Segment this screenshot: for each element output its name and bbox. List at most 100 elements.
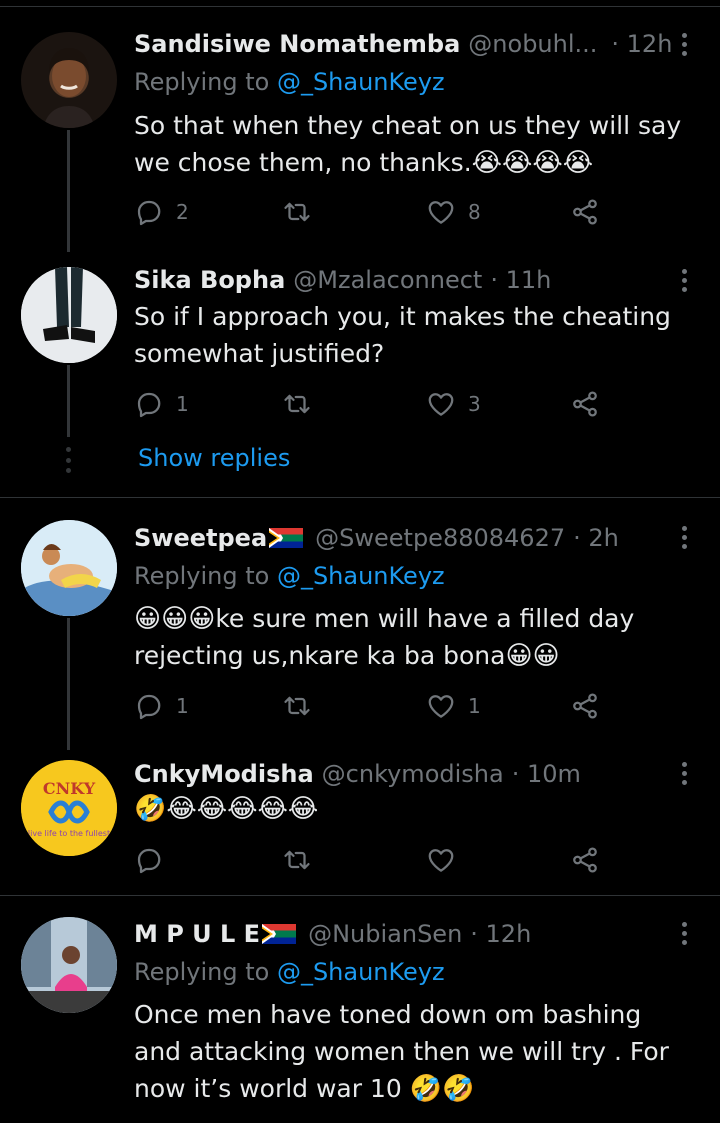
avatar[interactable]: CNKY live life to the fullest bbox=[21, 760, 117, 856]
retweet-button[interactable] bbox=[282, 689, 324, 723]
more-icon[interactable] bbox=[674, 918, 694, 948]
like-icon bbox=[426, 389, 456, 419]
reply-button[interactable]: 2 bbox=[134, 195, 189, 229]
replying-to-label: Replying to bbox=[134, 68, 277, 96]
more-icon[interactable] bbox=[674, 265, 694, 295]
tweet-text: So if I approach you, it makes the cheat… bbox=[134, 298, 696, 372]
display-name[interactable]: CnkyModisha bbox=[134, 760, 314, 788]
share-icon bbox=[570, 389, 600, 419]
timestamp[interactable]: · 10m bbox=[512, 760, 581, 788]
timestamp[interactable]: · 12h bbox=[470, 920, 531, 948]
avatar-photo bbox=[21, 520, 117, 616]
like-button[interactable]: 3 bbox=[426, 387, 481, 421]
handle[interactable]: @NubianSen bbox=[308, 920, 462, 948]
tweet-text-body: So that when they cheat on us they will … bbox=[134, 111, 682, 177]
thread-line bbox=[67, 618, 70, 750]
reply-count: 2 bbox=[176, 200, 189, 224]
tweet-actions bbox=[134, 843, 604, 877]
tweet-text-body: So if I approach you, it makes the cheat… bbox=[134, 302, 671, 368]
timestamp[interactable]: · 12h bbox=[611, 30, 672, 58]
retweet-button[interactable] bbox=[282, 387, 324, 421]
avatar[interactable] bbox=[21, 32, 117, 128]
handle[interactable]: @cnkymodisha bbox=[322, 760, 504, 788]
replying-to: Replying to @_ShaunKeyz bbox=[134, 562, 445, 590]
tweet-header: Sandisiwe Nomathemba @nobuhl... · 12h bbox=[134, 26, 672, 62]
retweet-button[interactable] bbox=[282, 843, 324, 877]
avatar-photo bbox=[43, 48, 95, 128]
mention-link[interactable]: @_ShaunKeyz bbox=[277, 958, 445, 986]
reply-count: 1 bbox=[176, 694, 189, 718]
emoji-sequence: 😀😀😀 bbox=[134, 604, 216, 634]
logo-text: CNKY bbox=[43, 779, 96, 798]
tweet-text-body: Once men have toned down om bashing and … bbox=[134, 1000, 669, 1103]
avatar[interactable] bbox=[21, 520, 117, 616]
like-button[interactable]: 1 bbox=[426, 689, 481, 723]
reply-icon bbox=[134, 845, 164, 875]
avatar-photo bbox=[21, 917, 117, 1013]
like-count: 1 bbox=[468, 694, 481, 718]
replying-to-label: Replying to bbox=[134, 562, 277, 590]
more-icon[interactable] bbox=[674, 29, 694, 59]
mention-link[interactable]: @_ShaunKeyz bbox=[277, 562, 445, 590]
show-replies-link[interactable]: Show replies bbox=[138, 444, 290, 472]
like-count: 8 bbox=[468, 200, 481, 224]
retweet-icon bbox=[282, 691, 312, 721]
display-name[interactable]: Sweetpea bbox=[134, 524, 267, 552]
reply-count: 1 bbox=[176, 392, 189, 416]
share-button[interactable] bbox=[570, 195, 600, 229]
replying-to-label: Replying to bbox=[134, 958, 277, 986]
display-name[interactable]: M P U L E bbox=[134, 920, 260, 948]
display-name[interactable]: Sandisiwe Nomathemba bbox=[134, 30, 460, 58]
tweet-header: CnkyModisha @cnkymodisha · 10m bbox=[134, 756, 672, 792]
share-icon bbox=[570, 845, 600, 875]
reply-button[interactable] bbox=[134, 843, 176, 877]
tweet-header: Sweetpea @Sweetpe88084627 · 2h bbox=[134, 520, 672, 556]
like-count: 3 bbox=[468, 392, 481, 416]
handle[interactable]: @Mzalaconnect bbox=[293, 266, 482, 294]
more-icon[interactable] bbox=[674, 522, 694, 552]
tweet-header: Sika Bopha @Mzalaconnect · 11h bbox=[134, 262, 672, 298]
thread-line bbox=[67, 365, 70, 437]
reply-button[interactable]: 1 bbox=[134, 387, 189, 421]
like-icon bbox=[426, 845, 456, 875]
reply-icon bbox=[134, 197, 164, 227]
mention-link[interactable]: @_ShaunKeyz bbox=[277, 68, 445, 96]
share-button[interactable] bbox=[570, 689, 600, 723]
like-button[interactable] bbox=[426, 843, 468, 877]
like-button[interactable]: 8 bbox=[426, 195, 481, 229]
tweet-text: So that when they cheat on us they will … bbox=[134, 107, 696, 181]
divider bbox=[0, 497, 720, 498]
share-icon bbox=[570, 197, 600, 227]
logo-tagline: live life to the fullest bbox=[28, 829, 110, 838]
thread-line bbox=[67, 130, 70, 252]
like-icon bbox=[426, 197, 456, 227]
tweet-actions: 1 3 bbox=[134, 387, 604, 421]
retweet-button[interactable] bbox=[282, 195, 324, 229]
retweet-icon bbox=[282, 197, 312, 227]
avatar[interactable] bbox=[21, 917, 117, 1013]
tweet-actions: 1 1 bbox=[134, 689, 604, 723]
retweet-icon bbox=[282, 389, 312, 419]
tweet-text: 🤣😂😂😂😂😂 bbox=[134, 790, 696, 827]
share-button[interactable] bbox=[570, 843, 600, 877]
tweet-header: M P U L E @NubianSen · 12h bbox=[134, 916, 672, 952]
share-button[interactable] bbox=[570, 387, 600, 421]
emoji-sequence: 😭😭😭😭 bbox=[471, 148, 594, 178]
handle[interactable]: @nobuhl... bbox=[468, 30, 597, 58]
retweet-icon bbox=[282, 845, 312, 875]
replying-to: Replying to @_ShaunKeyz bbox=[134, 958, 445, 986]
emoji-sequence: 😀😀 bbox=[505, 641, 560, 671]
emoji-sequence: 🤣😂😂😂😂😂 bbox=[134, 794, 319, 824]
display-name[interactable]: Sika Bopha bbox=[134, 266, 285, 294]
thread-continuation-dots bbox=[66, 447, 71, 473]
timestamp[interactable]: · 2h bbox=[573, 524, 619, 552]
avatar-photo bbox=[21, 267, 117, 363]
timestamp[interactable]: · 11h bbox=[490, 266, 551, 294]
reply-button[interactable]: 1 bbox=[134, 689, 189, 723]
avatar[interactable] bbox=[21, 267, 117, 363]
tweet-actions: 2 8 bbox=[134, 195, 604, 229]
handle[interactable]: @Sweetpe88084627 bbox=[315, 524, 565, 552]
reply-icon bbox=[134, 389, 164, 419]
reply-icon bbox=[134, 691, 164, 721]
more-icon[interactable] bbox=[674, 758, 694, 788]
